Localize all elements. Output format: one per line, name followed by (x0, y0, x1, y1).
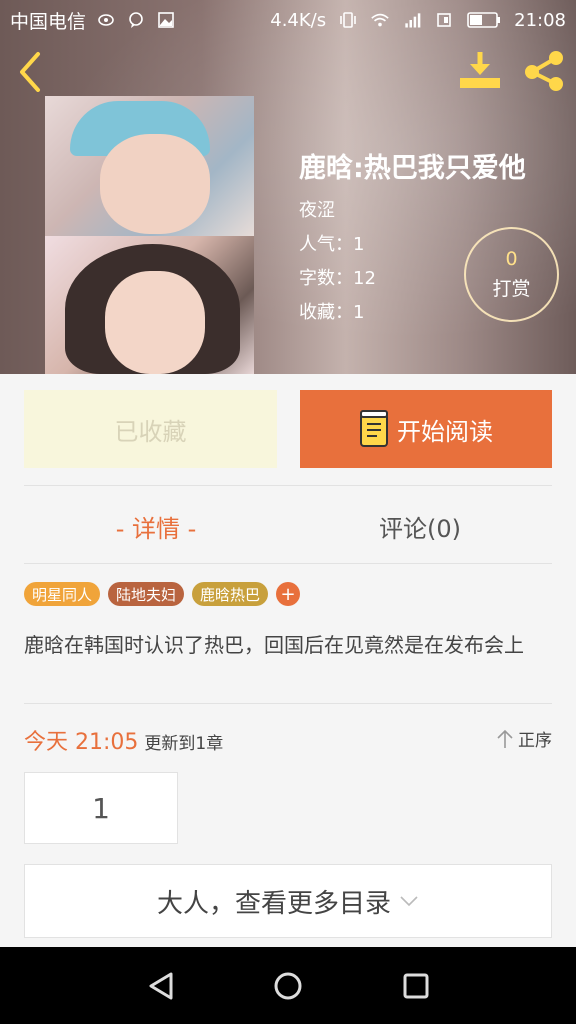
circle-home-icon (274, 972, 302, 1000)
start-reading-label: 开始阅读 (397, 417, 493, 446)
update-text: 更新到1章 (144, 734, 224, 754)
back-button[interactable] (12, 48, 52, 92)
battery-icon (466, 10, 502, 30)
collected-button[interactable]: 已收藏 (24, 390, 277, 468)
triangle-back-icon (149, 972, 173, 1000)
sim-icon (434, 10, 454, 30)
share-icon (525, 51, 563, 91)
signal-icon (402, 10, 422, 30)
divider (24, 563, 552, 564)
more-catalog-button[interactable]: 大人，查看更多目录 (24, 864, 552, 938)
arrow-up-icon (497, 729, 513, 748)
image-icon (156, 10, 176, 30)
chapter-item[interactable]: 1 (24, 772, 178, 844)
collected-label: 已收藏 (114, 417, 187, 446)
sort-order-label: 正序 (518, 731, 552, 751)
book-header: 中国电信 4.4K/s 21:08 鹿晗:热巴我只爱他 夜涩 人气：1 字数：1… (0, 0, 576, 374)
divider (24, 703, 552, 704)
popularity-text: 人气：1 (299, 234, 365, 255)
book-title: 鹿晗:热巴我只爱他 (299, 153, 526, 184)
add-tag-button[interactable]: + (276, 582, 301, 606)
carrier-name: 中国电信 (10, 10, 87, 33)
wifi-icon (370, 10, 390, 30)
square-recents-icon (403, 973, 429, 999)
eye-icon (96, 10, 116, 30)
top-action-bar (0, 44, 576, 94)
book-icon (360, 410, 388, 447)
network-speed: 4.4K/s (270, 9, 327, 31)
word-count-text: 字数：12 (299, 268, 376, 289)
tip-button[interactable]: 0 打赏 (464, 227, 559, 322)
start-reading-button[interactable]: 开始阅读 (300, 390, 552, 468)
clock: 21:08 (514, 9, 566, 31)
chevron-left-icon (20, 52, 40, 92)
download-button[interactable] (456, 48, 504, 92)
book-description: 鹿晗在韩国时认识了热巴，回国后在见竟然是在发布会上 (24, 633, 524, 657)
tag-item[interactable]: 明星同人 (24, 582, 101, 606)
tab-comments[interactable]: 评论(0) (288, 502, 552, 550)
book-detail-content: 已收藏 开始阅读 - 详情 - 评论(0) 明星同人 陆地夫妇 鹿晗热巴 + 鹿… (0, 374, 576, 947)
book-cover-image (45, 96, 254, 374)
tag-item[interactable]: 陆地夫妇 (108, 582, 185, 606)
status-bar: 中国电信 4.4K/s 21:08 (0, 0, 576, 40)
more-catalog-label: 大人，查看更多目录 (156, 888, 391, 919)
tag-list: 明星同人 陆地夫妇 鹿晗热巴 + (24, 582, 301, 606)
divider (24, 485, 552, 486)
book-author: 夜涩 (299, 200, 335, 221)
tip-label: 打赏 (492, 278, 531, 300)
sort-order-button[interactable]: 正序 (496, 726, 552, 751)
nav-back-button[interactable] (141, 966, 181, 1006)
tip-count: 0 (505, 248, 518, 270)
update-info: 今天 21:05 更新到1章 (24, 724, 223, 756)
vibrate-icon (338, 10, 358, 30)
chevron-down-icon (400, 896, 418, 907)
chat-icon (126, 10, 146, 30)
favorites-text: 收藏：1 (299, 302, 365, 323)
nav-recents-button[interactable] (396, 966, 436, 1006)
download-icon (460, 52, 500, 88)
tab-detail[interactable]: - 详情 - (24, 502, 288, 550)
book-info: 鹿晗:热巴我只爱他 夜涩 人气：1 字数：12 收藏：1 (299, 146, 526, 323)
update-time: 今天 21:05 (24, 730, 139, 755)
nav-home-button[interactable] (268, 966, 308, 1006)
system-navigation-bar (0, 947, 576, 1024)
tag-item[interactable]: 鹿晗热巴 (192, 582, 269, 606)
share-button[interactable] (520, 48, 568, 92)
